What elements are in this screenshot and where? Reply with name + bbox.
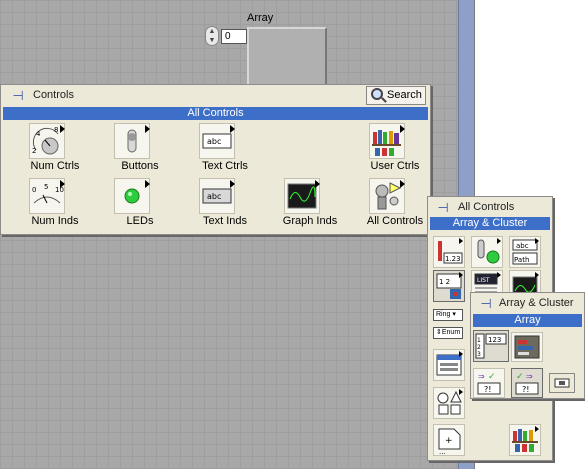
item-label: LEDs	[126, 215, 154, 227]
led-icon	[114, 178, 150, 214]
item-label: User Ctrls	[370, 160, 420, 172]
palette-item-containers[interactable]	[433, 349, 465, 381]
svg-text:✓: ✓	[516, 372, 524, 382]
text-control-icon: abc	[199, 123, 235, 159]
palette-item-error-out[interactable]: ✓ ⇒?!	[511, 368, 543, 398]
palette-item-ring-enum[interactable]: Ring ▾ ⇕Enum	[433, 307, 465, 343]
array-cluster-palette: ⊣ Array & Cluster Array 1 2 3 123 ⇒ ✓?! ✓ ⇒?!	[470, 292, 585, 399]
svg-text:+: +	[445, 436, 453, 446]
item-label: Buttons	[121, 160, 159, 172]
svg-text:...: ...	[439, 448, 446, 455]
palette-item-array[interactable]: 1 2 3 123	[473, 330, 509, 362]
palette-item-buttons[interactable]: Buttons	[114, 123, 159, 173]
svg-text:1 2: 1 2	[439, 278, 450, 286]
palette-header: ⊣ All Controls	[428, 197, 552, 217]
svg-text:?!: ?!	[484, 385, 491, 394]
slide-gauge-icon: 0 5 10	[29, 178, 65, 214]
palette-item-leds[interactable]: LEDs	[114, 178, 153, 228]
palette-item-text-inds[interactable]: abc Text Inds	[199, 178, 247, 228]
thumbtack-icon[interactable]: ⊣	[10, 89, 26, 103]
string-text: abc	[516, 242, 529, 250]
palette-item-user-controls[interactable]	[509, 424, 541, 456]
palette-title: Array & Cluster	[499, 297, 574, 309]
svg-text:abc: abc	[207, 192, 221, 201]
thumbtack-icon[interactable]: ⊣	[435, 201, 451, 215]
palette-header: ⊣ Controls Search	[1, 85, 430, 107]
array-index-control[interactable]: ▲ ▼ 0	[205, 26, 247, 46]
palette-item-select-control[interactable]: +...	[433, 424, 465, 456]
svg-text:2: 2	[32, 147, 36, 155]
category-bar: All Controls	[3, 107, 428, 120]
knob-gauge-icon: 4 2 8	[29, 123, 65, 159]
toggle-switch-icon	[114, 123, 150, 159]
palette-item-cluster[interactable]	[511, 332, 543, 362]
list-text: LIST	[477, 277, 490, 284]
svg-text:5: 5	[44, 183, 48, 191]
text-indicator-icon: abc	[199, 178, 235, 214]
enum-label: Enum	[441, 329, 461, 336]
svg-text:?!: ?!	[522, 385, 529, 394]
dropdown-arrow-icon: ▾	[450, 311, 456, 318]
svg-text:8: 8	[54, 126, 58, 134]
palette-item-all-controls[interactable]: All Controls	[367, 178, 423, 228]
item-label: Text Inds	[202, 215, 248, 227]
bookshelf-icon	[369, 123, 405, 159]
item-label: Text Ctrls	[202, 160, 248, 172]
palette-item-user-ctrls[interactable]: User Ctrls	[369, 123, 419, 173]
array-label: Array	[247, 12, 274, 24]
thumbtack-icon[interactable]: ⊣	[478, 297, 494, 311]
item-label: Num Inds	[31, 215, 79, 227]
numeric-text: 1.23	[445, 255, 461, 263]
svg-text:⇒: ⇒	[526, 372, 533, 381]
svg-text:2: 2	[477, 344, 481, 351]
palette-item-decorations[interactable]	[433, 387, 465, 419]
item-label: Num Ctrls	[30, 160, 80, 172]
index-field[interactable]: 0	[221, 29, 247, 44]
svg-text:abc: abc	[207, 137, 221, 146]
palette-item-num-ctrls[interactable]: 4 2 8 Num Ctrls	[29, 123, 79, 173]
palette-item-text-ctrls[interactable]: abc Text Ctrls	[199, 123, 248, 173]
palette-header: ⊣ Array & Cluster	[471, 293, 584, 314]
graph-icon	[284, 178, 320, 214]
svg-text:⇒: ⇒	[478, 372, 485, 381]
array-element-frame[interactable]	[247, 27, 327, 87]
palette-item-array-cluster[interactable]: 1 2	[433, 270, 465, 302]
palette-title: Controls	[33, 89, 74, 101]
array-numeric-text: 123	[488, 336, 501, 344]
search-label: Search	[387, 89, 422, 101]
svg-text:0: 0	[32, 186, 36, 194]
palette-item-boolean[interactable]	[471, 236, 503, 268]
palette-item-numeric[interactable]: 1.23	[433, 236, 465, 268]
palette-item-graph-inds[interactable]: Graph Inds	[283, 178, 337, 228]
svg-text:4: 4	[36, 130, 41, 138]
palette-item-string-path[interactable]: abc Path	[509, 236, 541, 268]
search-button[interactable]: Search	[366, 86, 426, 105]
controls-palette: ⊣ Controls Search All Controls 4 2 8 Num C…	[0, 84, 431, 235]
item-label: Graph Inds	[282, 215, 338, 227]
category-bar: Array	[473, 314, 582, 327]
search-icon	[371, 88, 383, 100]
enum-control: ⇕Enum	[433, 327, 463, 339]
palette-item-num-inds[interactable]: 0 5 10 Num Inds	[29, 178, 79, 228]
path-text: Path	[514, 256, 529, 264]
all-controls-icon	[369, 178, 405, 214]
palette-item-error-in[interactable]: ⇒ ✓?!	[473, 368, 505, 398]
palette-item-variant[interactable]	[549, 373, 575, 393]
ring-control: Ring ▾	[433, 309, 463, 321]
svg-text:1: 1	[477, 337, 481, 344]
svg-text:✓: ✓	[488, 372, 496, 382]
svg-text:3: 3	[477, 351, 481, 358]
ring-label: Ring	[436, 311, 451, 318]
category-bar: Array & Cluster	[430, 217, 550, 230]
palette-title: All Controls	[458, 201, 515, 213]
index-spinner-icon[interactable]: ▲ ▼	[205, 26, 219, 46]
